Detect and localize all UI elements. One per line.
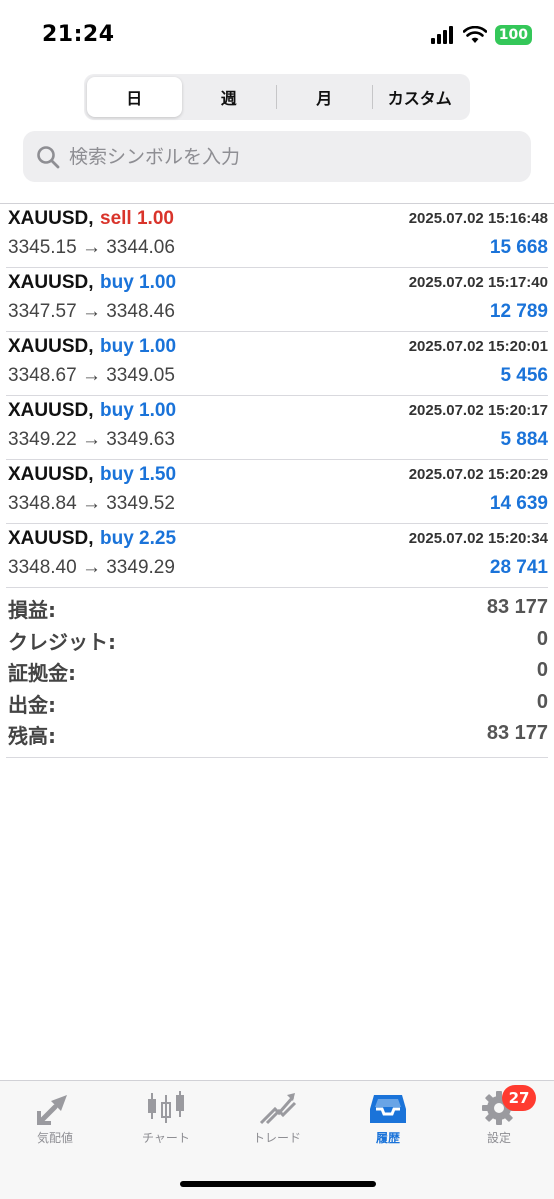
deal-time: 2025.07.02 15:20:17 [408,402,548,419]
summary-withdrawal-row: 出金: 0 [6,689,548,721]
status-bar: 21:24 100 [0,0,554,70]
search-icon [37,145,60,168]
summary-profit-row: 損益: 83 177 [6,594,548,626]
deal-row[interactable]: XAUUSD, buy 1.00 2025.07.02 15:20:17 334… [6,396,548,460]
tab-history[interactable]: 履歴 [333,1089,443,1149]
tab-custom[interactable]: カスタム [373,77,468,117]
deal-prices: 3348.67 → 3349.05 [8,365,175,386]
summary-value: 83 177 [486,596,548,618]
deal-profit: 12 789 [489,301,548,322]
deal-profit: 14 639 [489,493,548,514]
tab-chart[interactable]: チャート [111,1089,221,1149]
deal-time: 2025.07.02 15:20:01 [408,338,548,355]
deal-time: 2025.07.02 15:20:34 [408,530,548,547]
summary-divider [6,757,548,758]
deal-symbol: XAUUSD, [8,528,94,549]
deal-profit: 15 668 [489,237,548,258]
period-segmented-control: 日 週 月 カスタム [84,74,470,120]
summary-deposit-row: 証拠金: 0 [6,657,548,689]
deal-prices: 3348.40 → 3349.29 [8,557,175,578]
tab-label: チャート [142,1131,190,1145]
summary-credit-row: クレジット: 0 [6,626,548,658]
deals-list: XAUUSD, sell 1.00 2025.07.02 15:16:48 33… [0,204,554,588]
deal-row[interactable]: XAUUSD, buy 1.50 2025.07.02 15:20:29 334… [6,460,548,524]
deal-time: 2025.07.02 15:17:40 [408,274,548,291]
deal-side: buy 1.50 [100,464,177,485]
candlestick-chart-icon [148,1091,184,1123]
summary-value: 0 [536,690,548,713]
tab-label: 設定 [486,1131,511,1145]
tab-settings[interactable]: 設定 27 [444,1085,554,1149]
summary-label: 証拠金: [8,661,76,685]
deal-row[interactable]: XAUUSD, buy 2.25 2025.07.02 15:20:34 334… [6,524,548,588]
deal-profit: 28 741 [489,557,548,578]
notification-badge: 27 [502,1085,536,1111]
deal-profit: 5 884 [500,429,548,450]
tab-month[interactable]: 月 [277,77,372,117]
status-time: 21:24 [42,22,115,47]
summary-value: 0 [536,627,548,650]
deal-row[interactable]: XAUUSD, sell 1.00 2025.07.02 15:16:48 33… [6,204,548,268]
deal-side: buy 2.25 [100,528,177,549]
tab-label: 履歴 [375,1131,400,1145]
deal-side: buy 1.00 [100,400,177,421]
deal-side: sell 1.00 [100,208,174,229]
deal-profit: 5 456 [500,365,548,386]
deal-time: 2025.07.02 15:16:48 [408,210,548,227]
battery-indicator: 100 [494,25,532,45]
home-indicator [180,1181,376,1187]
summary-label: 出金: [8,692,56,717]
search-input[interactable] [69,145,509,168]
deal-symbol: XAUUSD, [8,400,94,421]
tab-quotes[interactable]: 気配値 [0,1089,110,1149]
summary-label: 損益: [8,598,56,622]
deal-prices: 3349.22 → 3349.63 [8,429,175,450]
tab-label: トレード [252,1131,301,1145]
deal-row[interactable]: XAUUSD, buy 1.00 2025.07.02 15:20:01 334… [6,332,548,396]
history-inbox-icon [370,1095,406,1123]
deal-row[interactable]: XAUUSD, buy 1.00 2025.07.02 15:17:40 334… [6,268,548,332]
tab-day[interactable]: 日 [87,77,182,117]
deal-time: 2025.07.02 15:20:29 [408,466,548,483]
deal-prices: 3348.84 → 3349.52 [8,493,175,514]
summary-balance-row: 残高: 83 177 [6,720,548,752]
quotes-arrows-icon [37,1095,67,1125]
trade-trend-icon [259,1093,297,1125]
deal-symbol: XAUUSD, [8,336,94,357]
deal-prices: 3347.57 → 3348.46 [8,301,175,322]
search-bar[interactable] [23,131,531,182]
deal-side: buy 1.00 [100,272,177,293]
tab-week[interactable]: 週 [182,77,277,117]
account-summary: 損益: 83 177 クレジット: 0 証拠金: 0 出金: 0 残高: 83 … [6,594,548,752]
deal-symbol: XAUUSD, [8,272,94,293]
summary-value: 0 [536,659,548,681]
summary-value: 83 177 [486,722,548,744]
summary-label: クレジット: [8,629,116,654]
deal-symbol: XAUUSD, [8,208,94,229]
tab-trade[interactable]: トレード [222,1089,332,1149]
deal-side: buy 1.00 [100,336,177,357]
cellular-signal-icon [430,26,453,44]
summary-label: 残高: [8,724,56,748]
deal-prices: 3345.15 → 3344.06 [8,237,175,258]
deal-symbol: XAUUSD, [8,464,94,485]
wifi-icon [462,26,487,43]
tab-label: 気配値 [36,1131,73,1145]
status-icons: 100 [430,24,532,46]
